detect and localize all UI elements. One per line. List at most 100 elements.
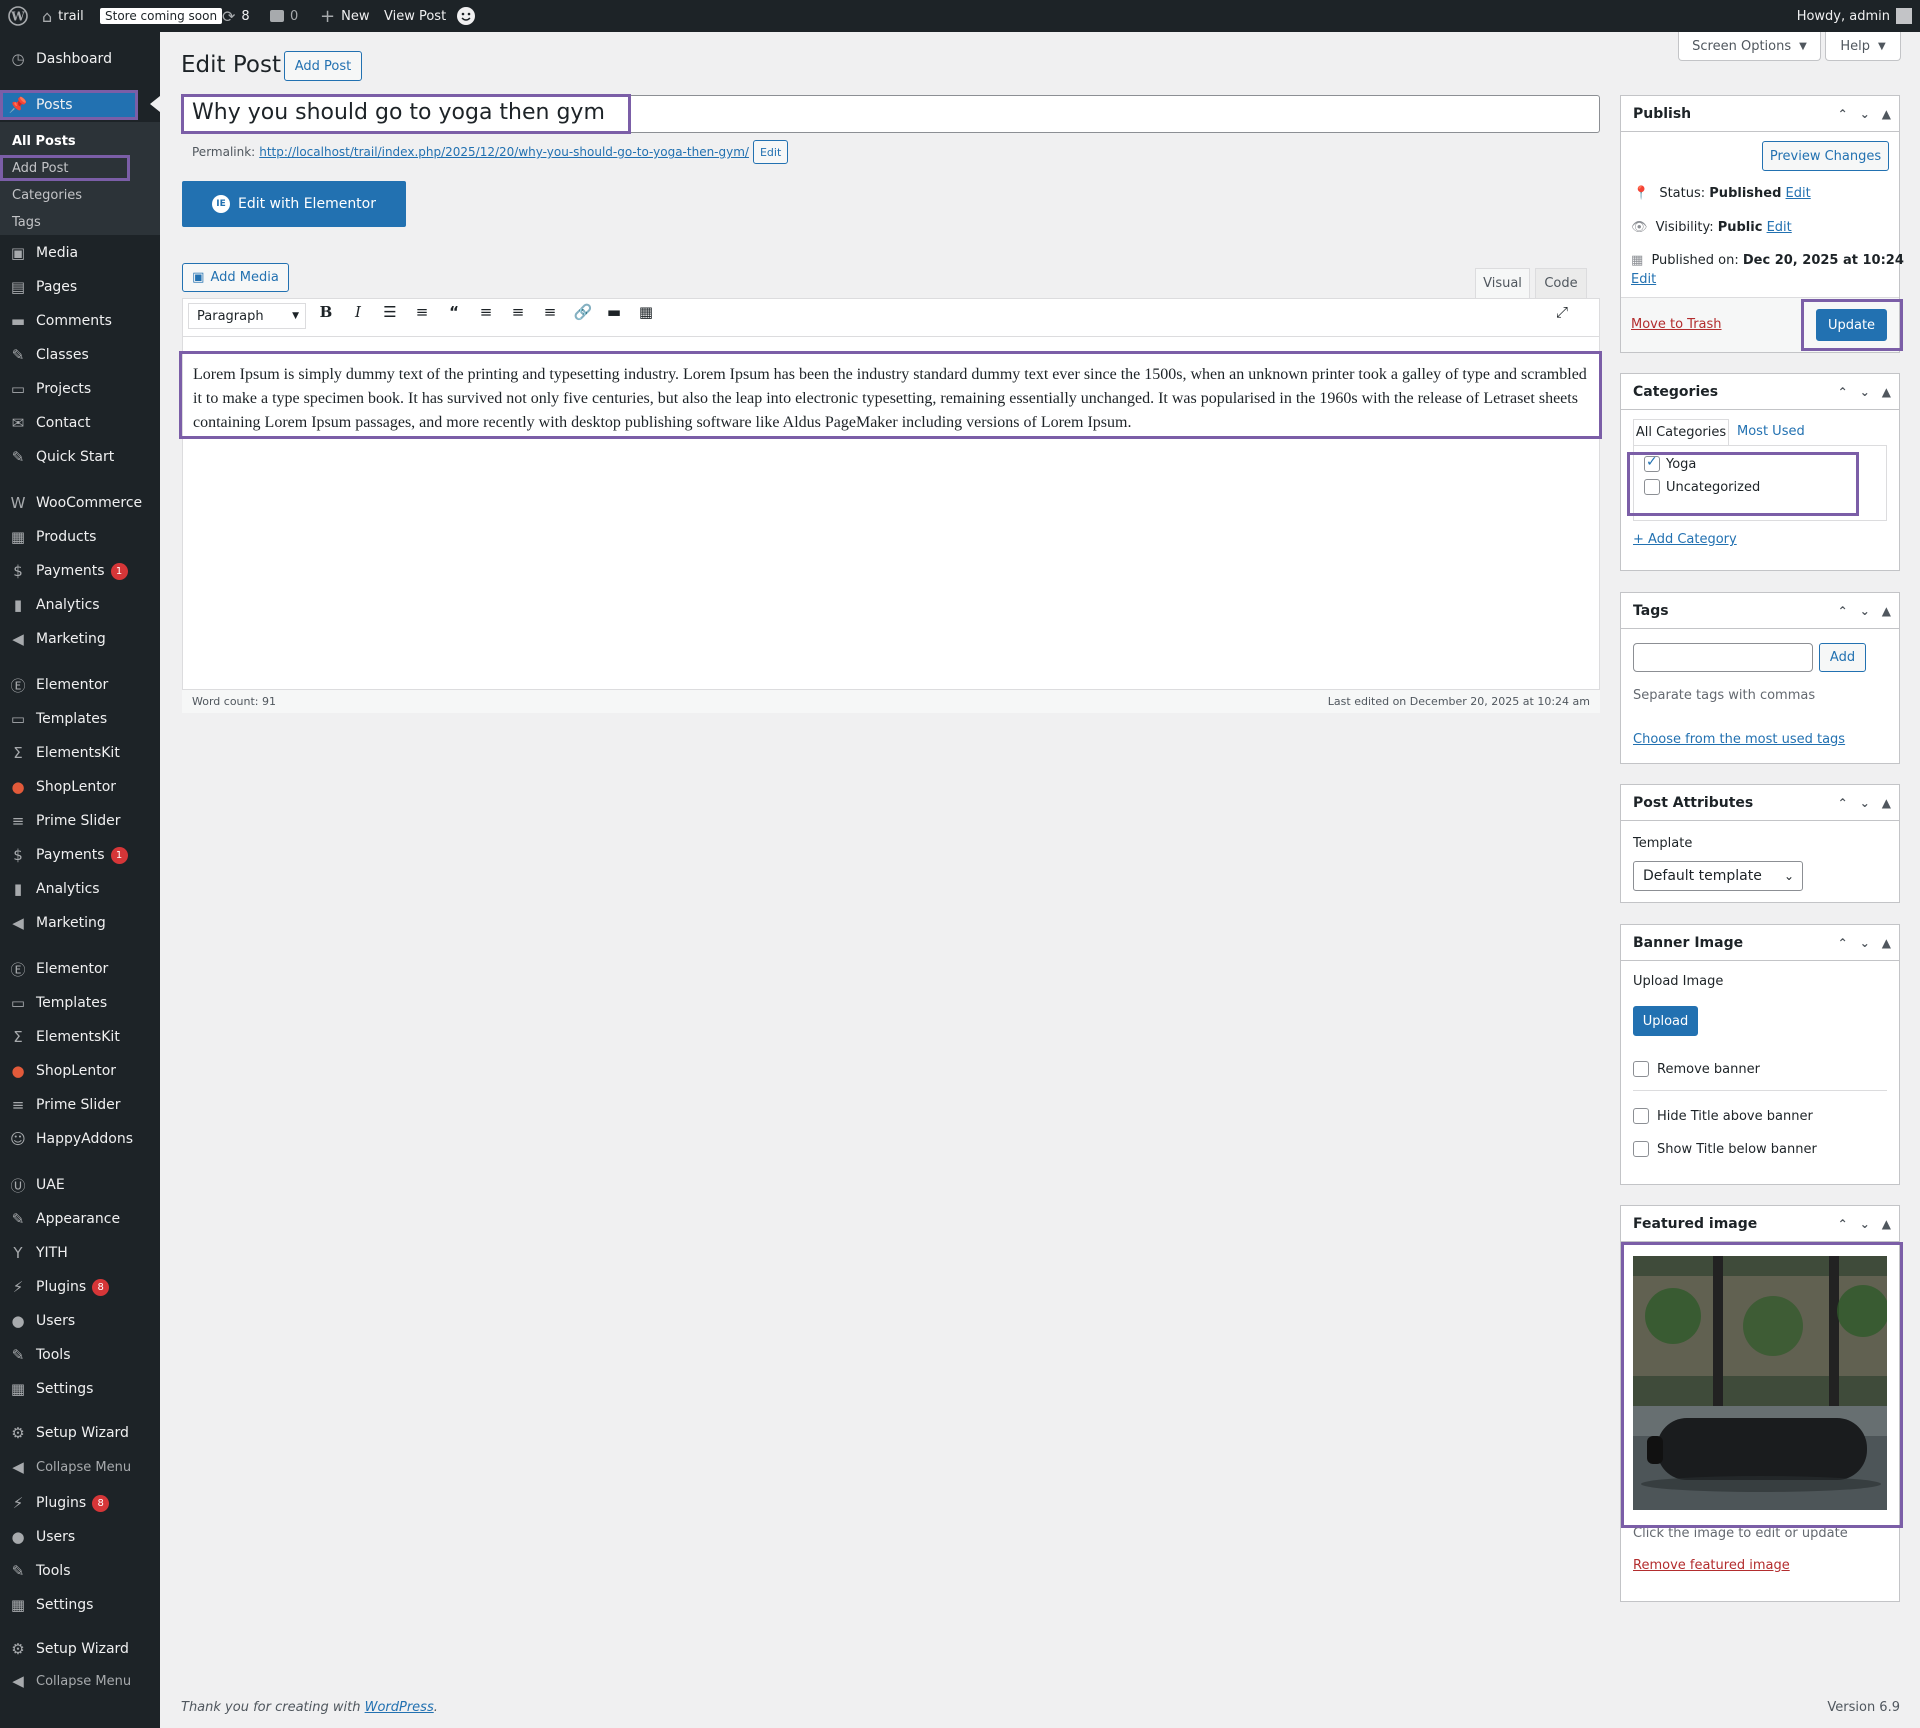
numbered-list-icon[interactable]: ≡ bbox=[410, 303, 434, 321]
template-select[interactable]: Default template ⌄ bbox=[1633, 861, 1803, 891]
move-up-icon[interactable]: ⌃ bbox=[1838, 936, 1848, 950]
tab-visual[interactable]: Visual bbox=[1475, 268, 1530, 298]
sidebar-item-comments[interactable]: ▬ Comments bbox=[0, 306, 160, 336]
italic-icon[interactable]: I bbox=[346, 303, 370, 321]
sidebar-item-quick-start[interactable]: ✎ Quick Start bbox=[0, 442, 160, 472]
move-up-icon[interactable]: ⌃ bbox=[1838, 107, 1848, 121]
show-title-option[interactable]: Show Title below banner bbox=[1633, 1141, 1817, 1157]
wordpress-link[interactable]: WordPress bbox=[365, 1700, 434, 1715]
sidebar-item-marketing[interactable]: ◀ Marketing bbox=[0, 624, 160, 654]
sidebar-item-products[interactable]: ▦ Products bbox=[0, 522, 160, 552]
move-up-icon[interactable]: ⌃ bbox=[1838, 385, 1848, 399]
submenu-item-tags[interactable]: Tags bbox=[0, 209, 160, 235]
sidebar-item-elementskit[interactable]: Σ ElementsKit bbox=[0, 738, 160, 768]
toggle-panel-icon[interactable]: ▲ bbox=[1882, 604, 1891, 618]
store-badge-link[interactable]: Store coming soon bbox=[100, 0, 223, 32]
sidebar-item-yith[interactable]: Y YITH bbox=[0, 1238, 160, 1268]
status-edit-link[interactable]: Edit bbox=[1786, 186, 1811, 201]
hide-title-checkbox[interactable] bbox=[1633, 1108, 1649, 1124]
sidebar-item-happyaddons[interactable]: ☺ HappyAddons bbox=[0, 1124, 160, 1154]
sidebar-item-settings[interactable]: ▦ Settings bbox=[0, 1590, 160, 1620]
move-down-icon[interactable]: ⌄ bbox=[1860, 107, 1870, 121]
bulleted-list-icon[interactable]: ☰ bbox=[378, 303, 402, 321]
move-down-icon[interactable]: ⌄ bbox=[1860, 936, 1870, 950]
wordpress-logo-icon[interactable]: W bbox=[8, 0, 28, 32]
view-post-link[interactable]: View Post bbox=[384, 0, 446, 32]
permalink-edit-button[interactable]: Edit bbox=[752, 140, 789, 164]
permalink-url[interactable]: http://localhost/trail/index.php/2025/12… bbox=[259, 145, 749, 159]
add-post-button[interactable]: Add Post bbox=[284, 51, 362, 81]
edit-with-elementor-button[interactable]: IE Edit with Elementor bbox=[182, 181, 406, 227]
move-down-icon[interactable]: ⌄ bbox=[1860, 1217, 1870, 1231]
choose-most-used-tags-link[interactable]: Choose from the most used tags bbox=[1633, 732, 1845, 747]
sidebar-item-elementor[interactable]: Ⓔ Elementor bbox=[0, 670, 160, 700]
move-down-icon[interactable]: ⌄ bbox=[1860, 385, 1870, 399]
sidebar-item-tools[interactable]: ✎ Tools bbox=[0, 1340, 160, 1370]
toolbar-toggle-icon[interactable]: ▦ bbox=[634, 303, 658, 321]
remove-banner-checkbox[interactable] bbox=[1633, 1061, 1649, 1077]
bold-icon[interactable]: B bbox=[314, 303, 338, 321]
sidebar-item-plugins[interactable]: ⚡ Plugins 8 bbox=[0, 1272, 160, 1302]
sidebar-item-posts[interactable]: 📌 Posts bbox=[0, 90, 138, 120]
sidebar-item-classes[interactable]: ✎ Classes bbox=[0, 340, 160, 370]
sidebar-item-setup-wizard[interactable]: ⚙ Setup Wizard bbox=[0, 1634, 160, 1664]
move-up-icon[interactable]: ⌃ bbox=[1838, 1217, 1848, 1231]
sidebar-item-tools[interactable]: ✎ Tools bbox=[0, 1556, 160, 1586]
sidebar-item-users[interactable]: ● Users bbox=[0, 1306, 160, 1336]
sidebar-item-analytics[interactable]: ▮ Analytics bbox=[0, 874, 160, 904]
sidebar-item-woocommerce[interactable]: W WooCommerce bbox=[0, 488, 160, 518]
toggle-panel-icon[interactable]: ▲ bbox=[1882, 1217, 1891, 1231]
add-tag-button[interactable]: Add bbox=[1819, 643, 1866, 672]
link-icon[interactable]: 🔗 bbox=[571, 303, 595, 321]
help-button[interactable]: Help ▼ bbox=[1825, 32, 1901, 61]
sidebar-item-projects[interactable]: ▭ Projects bbox=[0, 374, 160, 404]
sidebar-item-shoplentor[interactable]: ● ShopLentor bbox=[0, 1056, 160, 1086]
published-edit-link[interactable]: Edit bbox=[1631, 272, 1656, 287]
toggle-panel-icon[interactable]: ▲ bbox=[1882, 385, 1891, 399]
move-down-icon[interactable]: ⌄ bbox=[1860, 796, 1870, 810]
sidebar-item-contact[interactable]: ✉ Contact bbox=[0, 408, 160, 438]
toggle-panel-icon[interactable]: ▲ bbox=[1882, 107, 1891, 121]
preview-changes-button[interactable]: Preview Changes bbox=[1762, 141, 1889, 171]
sidebar-item-collapse-menu[interactable]: ◀ Collapse Menu bbox=[0, 1452, 160, 1482]
screen-options-button[interactable]: Screen Options ▼ bbox=[1678, 32, 1821, 61]
remove-featured-image-link[interactable]: Remove featured image bbox=[1633, 1558, 1790, 1573]
tab-all-categories[interactable]: All Categories bbox=[1633, 419, 1729, 445]
format-select[interactable]: Paragraph ▼ bbox=[188, 303, 306, 329]
site-name-link[interactable]: ⌂ trail bbox=[42, 0, 84, 32]
sidebar-item-pages[interactable]: ▤ Pages bbox=[0, 272, 160, 302]
submenu-item-add-post[interactable]: Add Post bbox=[0, 155, 130, 181]
updates-link[interactable]: ⟳ 8 bbox=[222, 0, 250, 32]
sidebar-item-plugins[interactable]: ⚡ Plugins 8 bbox=[0, 1488, 160, 1518]
move-up-icon[interactable]: ⌃ bbox=[1838, 796, 1848, 810]
blockquote-icon[interactable]: “ bbox=[442, 303, 466, 321]
sidebar-item-collapse-menu[interactable]: ◀ Collapse Menu bbox=[0, 1666, 160, 1696]
align-left-icon[interactable]: ≡ bbox=[474, 303, 498, 321]
move-to-trash-link[interactable]: Move to Trash bbox=[1631, 317, 1722, 332]
show-title-checkbox[interactable] bbox=[1633, 1141, 1649, 1157]
read-more-icon[interactable]: ▬ bbox=[602, 303, 626, 321]
comments-link[interactable]: 0 bbox=[270, 0, 298, 32]
sidebar-item-setup-wizard[interactable]: ⚙ Setup Wizard bbox=[0, 1418, 160, 1448]
sidebar-item-users[interactable]: ● Users bbox=[0, 1522, 160, 1552]
sidebar-item-media[interactable]: ▣ Media bbox=[0, 238, 160, 268]
my-account-link[interactable]: Howdy, admin bbox=[1797, 0, 1912, 32]
fullscreen-icon[interactable]: ⤢ bbox=[1550, 303, 1574, 321]
sidebar-item-analytics[interactable]: ▮ Analytics bbox=[0, 590, 160, 620]
toggle-panel-icon[interactable]: ▲ bbox=[1882, 936, 1891, 950]
new-tag-input[interactable] bbox=[1633, 643, 1813, 672]
sidebar-item-payments[interactable]: $ Payments 1 bbox=[0, 840, 160, 870]
sidebar-item-payments[interactable]: $ Payments 1 bbox=[0, 556, 160, 586]
sidebar-item-elementor[interactable]: Ⓔ Elementor bbox=[0, 954, 160, 984]
sidebar-item-prime-slider[interactable]: ≡ Prime Slider bbox=[0, 1090, 160, 1120]
move-up-icon[interactable]: ⌃ bbox=[1838, 604, 1848, 618]
sidebar-item-settings[interactable]: ▦ Settings bbox=[0, 1374, 160, 1404]
submenu-item-categories[interactable]: Categories bbox=[0, 182, 160, 208]
hide-title-option[interactable]: Hide Title above banner bbox=[1633, 1108, 1813, 1124]
remove-banner-option[interactable]: Remove banner bbox=[1633, 1061, 1760, 1077]
sidebar-item-templates[interactable]: ▭ Templates bbox=[0, 988, 160, 1018]
sidebar-item-appearance[interactable]: ✎ Appearance bbox=[0, 1204, 160, 1234]
sidebar-item-elementskit[interactable]: Σ ElementsKit bbox=[0, 1022, 160, 1052]
tab-code[interactable]: Code bbox=[1535, 268, 1587, 298]
tab-most-used[interactable]: Most Used bbox=[1737, 424, 1805, 439]
